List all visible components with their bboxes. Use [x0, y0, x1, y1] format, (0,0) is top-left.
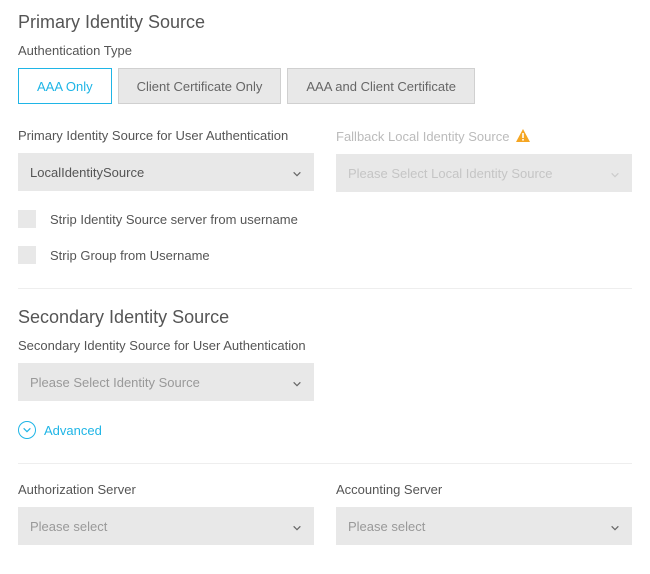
auth-aaa-only-button[interactable]: AAA Only	[18, 68, 112, 104]
advanced-label: Advanced	[44, 423, 102, 438]
strip-server-label: Strip Identity Source server from userna…	[50, 212, 298, 227]
secondary-identity-title: Secondary Identity Source	[18, 307, 632, 328]
primary-source-select[interactable]: LocalIdentitySource	[18, 153, 314, 191]
chevron-down-circle-icon	[18, 421, 36, 439]
primary-identity-title: Primary Identity Source	[18, 12, 632, 33]
fallback-source-label: Fallback Local Identity Source	[336, 128, 632, 144]
fallback-source-placeholder: Please Select Local Identity Source	[348, 166, 553, 181]
accounting-server-placeholder: Please select	[348, 519, 425, 534]
strip-group-label: Strip Group from Username	[50, 248, 210, 263]
authorization-server-placeholder: Please select	[30, 519, 107, 534]
authorization-server-label: Authorization Server	[18, 482, 314, 497]
advanced-toggle[interactable]: Advanced	[18, 421, 632, 439]
accounting-server-select[interactable]: Please select	[336, 507, 632, 545]
section-divider	[18, 288, 632, 289]
chevron-down-icon	[610, 521, 620, 531]
secondary-source-select[interactable]: Please Select Identity Source	[18, 363, 314, 401]
auth-type-label: Authentication Type	[18, 43, 632, 58]
strip-group-checkbox[interactable]	[18, 246, 36, 264]
chevron-down-icon	[292, 377, 302, 387]
secondary-source-label: Secondary Identity Source for User Authe…	[18, 338, 632, 353]
fallback-source-select: Please Select Local Identity Source	[336, 154, 632, 192]
auth-client-cert-only-button[interactable]: Client Certificate Only	[118, 68, 282, 104]
chevron-down-icon	[292, 521, 302, 531]
primary-source-value: LocalIdentitySource	[30, 165, 144, 180]
secondary-source-placeholder: Please Select Identity Source	[30, 375, 200, 390]
section-divider	[18, 463, 632, 464]
authorization-server-select[interactable]: Please select	[18, 507, 314, 545]
auth-type-segmented: AAA Only Client Certificate Only AAA and…	[18, 68, 632, 104]
warning-icon	[515, 128, 531, 144]
auth-aaa-and-client-cert-button[interactable]: AAA and Client Certificate	[287, 68, 475, 104]
chevron-down-icon	[610, 168, 620, 178]
strip-server-checkbox[interactable]	[18, 210, 36, 228]
accounting-server-label: Accounting Server	[336, 482, 632, 497]
chevron-down-icon	[292, 167, 302, 177]
primary-source-label: Primary Identity Source for User Authent…	[18, 128, 314, 143]
